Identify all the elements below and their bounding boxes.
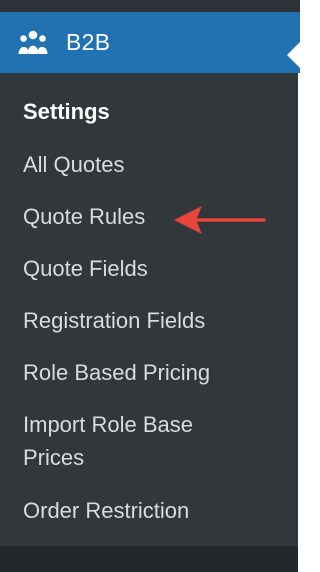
submenu-item-role-based-pricing[interactable]: Role Based Pricing xyxy=(23,356,210,389)
submenu-item-all-quotes[interactable]: All Quotes xyxy=(23,148,125,181)
current-menu-indicator xyxy=(287,42,300,68)
admin-sidebar: B2B Settings All Quotes Quote Rules Quot… xyxy=(0,0,300,572)
submenu-item-order-restriction[interactable]: Order Restriction xyxy=(23,494,189,527)
submenu-item-import-role-base-prices[interactable]: Import Role Base Prices xyxy=(23,408,253,474)
submenu-item-registration-fields[interactable]: Registration Fields xyxy=(23,304,205,337)
menu-title: B2B xyxy=(66,29,111,55)
red-arrow-icon xyxy=(172,203,268,237)
menu-header-b2b[interactable]: B2B xyxy=(0,12,300,73)
submenu-item-quote-fields[interactable]: Quote Fields xyxy=(23,252,148,285)
submenu: Settings All Quotes Quote Rules Quote Fi… xyxy=(0,73,300,546)
submenu-item-settings[interactable]: Settings xyxy=(23,95,110,128)
submenu-item-quote-rules[interactable]: Quote Rules xyxy=(23,200,145,233)
users-group-icon xyxy=(18,29,48,57)
content-edge xyxy=(298,73,300,572)
menu-separator xyxy=(0,546,300,572)
